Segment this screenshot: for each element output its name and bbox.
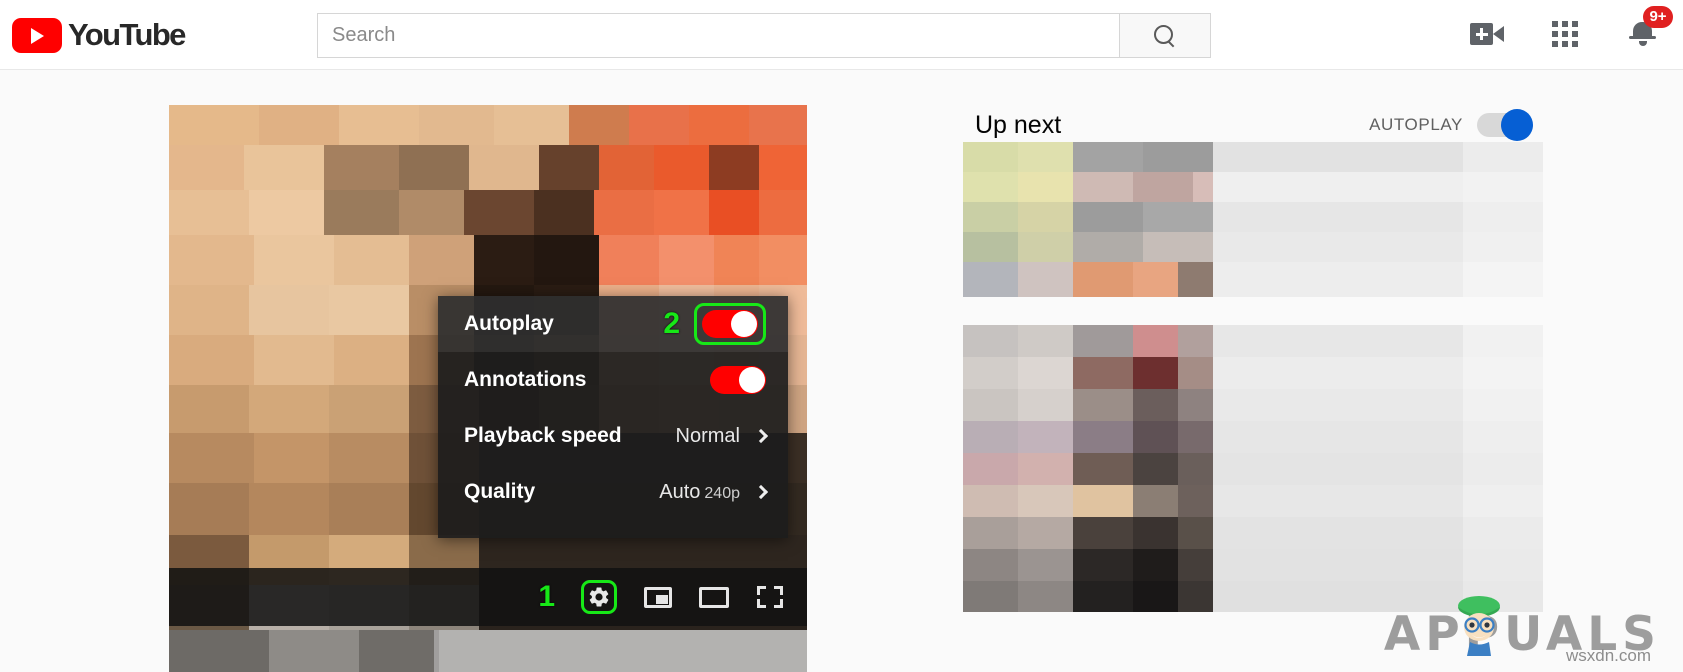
fullscreen-glyph xyxy=(757,586,783,608)
youtube-watch-page: YouTube 9+ xyxy=(0,0,1683,672)
player-control-bar: 1 xyxy=(169,568,807,626)
up-next-header: Up next AUTOPLAY xyxy=(975,108,1533,142)
search-button[interactable] xyxy=(1119,13,1211,58)
watermark-url: wsxdn.com xyxy=(1565,646,1651,665)
callout-number-1: 1 xyxy=(538,580,555,613)
up-next-video-list[interactable] xyxy=(963,142,1543,632)
notification-count-badge: 9+ xyxy=(1643,6,1673,28)
settings-row-annotations[interactable]: Annotations xyxy=(438,352,788,408)
search-icon xyxy=(1153,24,1177,48)
quality-value-main: Auto xyxy=(659,480,701,503)
miniplayer-icon[interactable] xyxy=(643,582,673,612)
settings-row-label: Annotations xyxy=(464,368,587,391)
player-progress-bar[interactable] xyxy=(434,630,807,672)
autoplay-toggle[interactable] xyxy=(702,310,758,338)
create-video-icon[interactable] xyxy=(1467,14,1507,54)
autoplay-label: AUTOPLAY xyxy=(1369,115,1463,134)
theater-mode-icon[interactable] xyxy=(699,582,729,612)
chevron-right-icon xyxy=(753,484,769,500)
search-bar xyxy=(317,13,1211,58)
chevron-right-icon xyxy=(753,428,769,444)
quality-value: Auto 240p xyxy=(659,481,740,504)
header-icon-group: 9+ xyxy=(1467,6,1673,54)
miniplayer-glyph xyxy=(644,586,672,608)
up-next-thumbnails-pixelated xyxy=(963,142,1543,632)
youtube-logo-text: YouTube xyxy=(68,17,186,52)
sidebar-autoplay-toggle[interactable] xyxy=(1477,109,1533,141)
gear-glyph xyxy=(589,587,609,607)
theater-glyph xyxy=(699,586,729,608)
settings-row-label: Playback speed xyxy=(464,424,622,447)
grid-glyph xyxy=(1552,21,1578,47)
video-camera-plus-glyph xyxy=(1470,23,1504,45)
search-input[interactable] xyxy=(317,13,1119,58)
settings-row-autoplay[interactable]: Autoplay 2 xyxy=(438,296,788,352)
settings-row-playback-speed[interactable]: Playback speed Normal xyxy=(438,408,788,464)
settings-row-quality[interactable]: Quality Auto 240p xyxy=(438,464,788,520)
appuals-watermark: APPUALS wsxdn.com xyxy=(1384,596,1661,665)
youtube-logo[interactable]: YouTube xyxy=(12,17,186,53)
top-header-bar: YouTube 9+ xyxy=(0,0,1683,70)
youtube-play-icon xyxy=(12,17,62,53)
settings-row-label: Quality xyxy=(464,480,536,503)
apps-grid-icon[interactable] xyxy=(1545,14,1585,54)
callout-number-2: 2 xyxy=(663,307,680,340)
player-settings-menu: Autoplay 2 Annotations Playback speed No… xyxy=(438,296,788,538)
up-next-title: Up next xyxy=(975,110,1062,139)
notifications-bell-icon[interactable]: 9+ xyxy=(1623,6,1673,54)
annotations-toggle[interactable] xyxy=(710,366,766,394)
settings-row-label: Autoplay xyxy=(464,312,554,335)
playback-speed-value: Normal xyxy=(675,424,740,447)
autoplay-toggle-highlight xyxy=(694,303,766,345)
autoplay-control-group: AUTOPLAY xyxy=(1369,109,1533,141)
fullscreen-icon[interactable] xyxy=(755,582,785,612)
settings-gear-icon[interactable] xyxy=(581,580,617,614)
quality-value-resolution: 240p xyxy=(704,484,740,502)
appuals-mascot-icon xyxy=(1457,596,1500,656)
